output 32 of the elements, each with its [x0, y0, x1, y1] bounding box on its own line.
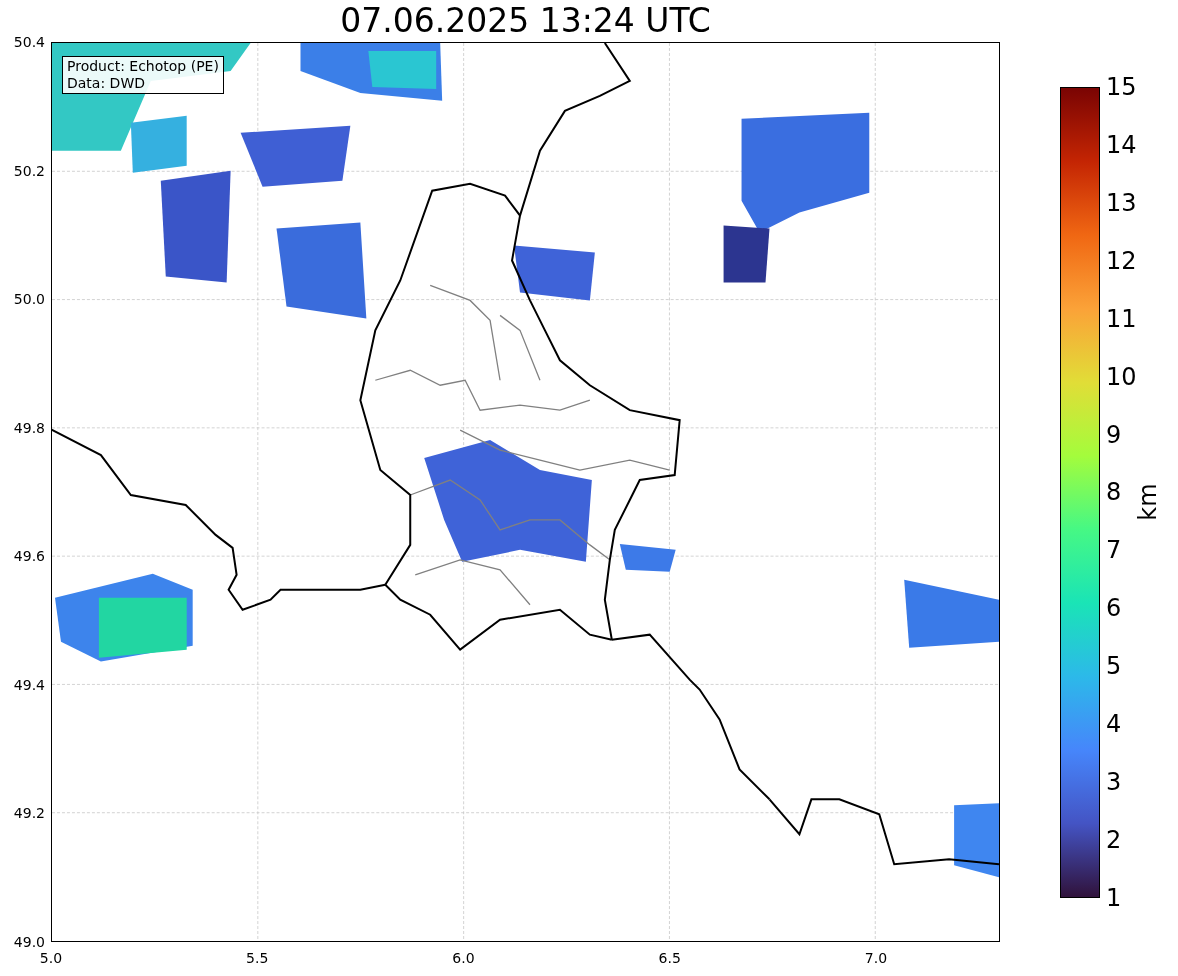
- y-axis-label: 49.4: [13, 675, 45, 694]
- colorbar-label: km: [1133, 482, 1162, 521]
- x-axis-label: 5.0: [38, 949, 64, 967]
- colorbar-tick-label: 12: [1106, 246, 1137, 275]
- info-text: Product: Echotop (PE): [67, 58, 219, 75]
- x-axis-label: 5.5: [245, 949, 270, 967]
- colorbar-tick-label: 7: [1106, 536, 1123, 565]
- x-axis-label: 7.0: [863, 949, 889, 967]
- colorbar-tick-label: 10: [1106, 362, 1137, 391]
- colorbar-tick-label: 4: [1106, 710, 1123, 739]
- colorbar-tick-label: 5: [1106, 652, 1123, 681]
- colorbar-tick-label: 8: [1106, 478, 1123, 507]
- colorbar-tick-label: 2: [1106, 826, 1123, 854]
- colorbar-tick-label: 11: [1106, 304, 1137, 333]
- y-axis-label: 50.4: [13, 33, 45, 51]
- colorbar-tick-label: 9: [1106, 420, 1123, 449]
- x-axis-label: 6.5: [657, 949, 682, 967]
- y-axis-label: 49.2: [13, 804, 45, 823]
- colorbar-tick-label: 15: [1106, 73, 1137, 101]
- y-axis-label: 49.6: [13, 547, 45, 566]
- colorbar-tick-label: 6: [1106, 594, 1123, 623]
- colorbar-tick-label: 14: [1106, 130, 1137, 159]
- colorbar-tick-label: 13: [1106, 188, 1137, 217]
- x-axis-label: 6.0: [451, 949, 476, 967]
- y-axis-label: 49.0: [13, 932, 45, 951]
- info-text: Data: DWD: [67, 75, 146, 92]
- y-axis-label: 49.8: [13, 418, 45, 437]
- y-axis-label: 50.2: [13, 161, 45, 180]
- y-axis-label: 50.0: [13, 290, 45, 309]
- colorbar-tick-label: 1: [1106, 883, 1123, 912]
- colorbar-tick-label: 3: [1106, 768, 1123, 797]
- chart-title: 07.06.2025 13:24 UTC: [340, 1, 711, 41]
